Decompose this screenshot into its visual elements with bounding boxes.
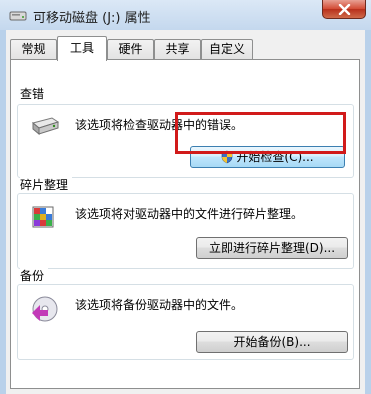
title-bar[interactable]: 可移动磁盘 (J:) 属性 bbox=[0, 0, 371, 30]
error-check-title: 查错 bbox=[20, 85, 49, 102]
drive-icon bbox=[9, 8, 27, 22]
defrag-description: 该选项将对驱动器中的文件进行碎片整理。 bbox=[75, 207, 304, 221]
tab-sharing-label: 共享 bbox=[165, 42, 190, 56]
properties-window: 可移动磁盘 (J:) 属性 常规 工具 硬件 共享 自定义 查错 该选项将检查驱… bbox=[0, 0, 371, 394]
tab-hardware[interactable]: 硬件 bbox=[107, 39, 154, 59]
defragment-icon bbox=[30, 204, 60, 232]
defrag-now-button[interactable]: 立即进行碎片整理(D)... bbox=[196, 237, 348, 259]
hard-drive-icon bbox=[30, 113, 60, 141]
close-button[interactable] bbox=[322, 0, 366, 19]
tools-tab-panel: 查错 该选项将检查驱动器中的错误。 开始检查(C)... 碎片整理 该选项将对驱… bbox=[10, 59, 360, 389]
backup-group: 备份 该选项将备份驱动器中的文件。 开始备份(B)... bbox=[17, 267, 354, 360]
red-highlight-box bbox=[175, 112, 346, 154]
tab-hardware-label: 硬件 bbox=[118, 42, 143, 56]
start-backup-button[interactable]: 开始备份(B)... bbox=[196, 331, 348, 353]
defrag-now-label: 立即进行碎片整理(D)... bbox=[208, 241, 336, 255]
window-title: 可移动磁盘 (J:) 属性 bbox=[33, 11, 151, 26]
dialog-client-area: 常规 工具 硬件 共享 自定义 查错 该选项将检查驱动器中的错误。 开始检查(C… bbox=[6, 30, 365, 394]
tab-tools[interactable]: 工具 bbox=[57, 36, 107, 61]
close-icon bbox=[338, 4, 351, 15]
tab-general-label: 常规 bbox=[21, 42, 46, 56]
tab-sharing[interactable]: 共享 bbox=[154, 39, 201, 59]
tab-strip: 常规 工具 硬件 共享 自定义 bbox=[6, 36, 365, 61]
backup-description: 该选项将备份驱动器中的文件。 bbox=[75, 298, 244, 312]
tab-customize-label: 自定义 bbox=[208, 42, 245, 56]
tab-general[interactable]: 常规 bbox=[10, 39, 57, 59]
backup-icon bbox=[30, 295, 60, 323]
defrag-title: 碎片整理 bbox=[20, 176, 73, 193]
tab-tools-label: 工具 bbox=[69, 41, 94, 55]
backup-title: 备份 bbox=[20, 267, 49, 284]
tab-customize[interactable]: 自定义 bbox=[201, 39, 253, 59]
defrag-group: 碎片整理 该选项将对驱动器中的文件进行碎片整理。 立即进行碎片整理(D)... bbox=[17, 176, 354, 269]
start-backup-label: 开始备份(B)... bbox=[233, 335, 311, 349]
